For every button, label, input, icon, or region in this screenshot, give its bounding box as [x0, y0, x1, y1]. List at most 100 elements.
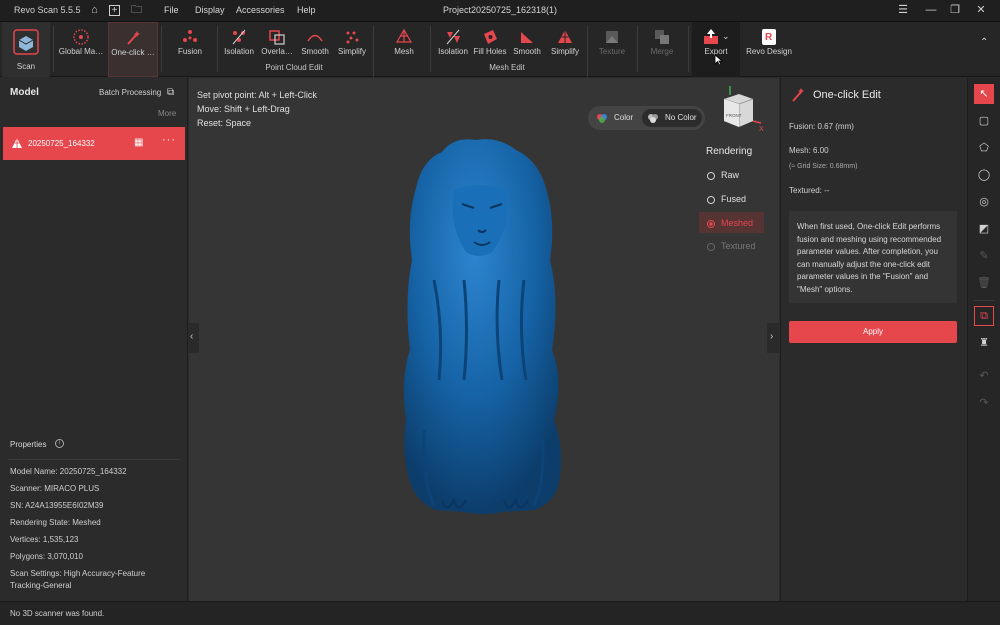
render-option-textured[interactable]: Textured: [699, 236, 764, 256]
batch-processing-icon[interactable]: ⧉: [167, 87, 174, 98]
mesh-isolation-label: Isolation: [438, 47, 468, 56]
polygon-select-icon[interactable]: ⬠: [974, 138, 994, 158]
radio-textured[interactable]: [707, 242, 715, 251]
duplicate-icon[interactable]: ⧉: [974, 306, 994, 326]
model-panel-title: Model: [10, 87, 39, 98]
prop-model-name: Model Name: 20250725_164332: [10, 467, 127, 476]
fusion-label: Fusion: [177, 47, 202, 56]
pc-simplify-label: Simplify: [337, 47, 366, 56]
render-option-fused[interactable]: Fused: [699, 189, 764, 209]
prop-vertices: Vertices: 1,535,123: [10, 535, 79, 544]
svg-text:R: R: [765, 32, 773, 43]
render-option-meshed[interactable]: Meshed: [699, 212, 764, 233]
brush-select-icon[interactable]: ◎: [974, 192, 994, 212]
global-match-label: Global Ma…: [58, 47, 104, 56]
restore-button[interactable]: ❐: [948, 3, 962, 17]
rectangle-select-icon[interactable]: ▢: [974, 111, 994, 131]
pc-isolation-label: Isolation: [224, 47, 254, 56]
hint-reset-value: Space: [225, 118, 252, 128]
prop-scan-settings-cont: Tracking-General: [10, 581, 72, 590]
edit-disabled-icon[interactable]: ✎: [974, 246, 994, 266]
isolation-icon: [232, 29, 246, 45]
batch-processing-link[interactable]: Batch Processing: [99, 88, 161, 97]
viewport-hints: Set pivot point: Alt + Left-Click Move: …: [197, 88, 317, 130]
collapse-right-panel-button[interactable]: ›: [767, 323, 779, 353]
tool-divider: [974, 300, 994, 301]
merge-label: Merge: [650, 47, 674, 56]
film-strip-icon[interactable]: ▦: [134, 137, 143, 148]
merge-button[interactable]: Merge: [642, 22, 682, 77]
more-options-icon[interactable]: ···: [162, 134, 176, 146]
project-title: Project20250725_162318(1): [442, 5, 558, 15]
close-button[interactable]: ✕: [974, 3, 988, 17]
model-list-item[interactable]: 20250725_164332 ▦ ···: [3, 127, 185, 160]
panel-title: One-click Edit: [813, 89, 881, 101]
properties-title: Properties: [10, 440, 47, 449]
overlap-label: Overla…: [261, 47, 293, 56]
delete-icon[interactable]: 🗑: [974, 273, 994, 293]
scan-label: Scan: [16, 62, 36, 71]
no-color-option[interactable]: No Color: [642, 109, 702, 127]
view-cube[interactable]: FRONT X: [717, 83, 767, 133]
smooth-icon: [307, 34, 323, 42]
more-link[interactable]: More: [158, 109, 176, 118]
hint-move-value: Shift + Left-Drag: [224, 104, 290, 114]
render-fused-label: Fused: [721, 194, 747, 204]
one-click-edit-panel: One-click Edit Fusion: 0.67 (mm) Mesh: 6…: [780, 78, 966, 601]
main-toolbar: Scan Global Ma… One-click … Fusion Isola…: [0, 22, 1000, 77]
toolbar-divider: [161, 26, 162, 72]
collapse-toolbar-icon[interactable]: ⌃: [980, 37, 988, 48]
radio-fused[interactable]: [707, 195, 715, 204]
hint-reset-label: Reset:: [197, 118, 224, 128]
info-icon[interactable]: i: [55, 439, 64, 448]
color-option[interactable]: Color: [592, 110, 642, 126]
mesh-value: Mesh: 6.00: [789, 146, 829, 155]
minimize-button[interactable]: —: [924, 3, 938, 17]
radio-raw[interactable]: [707, 171, 715, 180]
mesh-button[interactable]: Mesh: [386, 22, 422, 77]
export-icon: [704, 29, 718, 44]
scan-icon: [13, 29, 39, 55]
toolbar-divider: [637, 26, 638, 72]
mesh-icon: [395, 28, 413, 43]
apply-button[interactable]: Apply: [789, 321, 957, 343]
cursor-pointer-icon: [714, 54, 723, 66]
prop-polygons: Polygons: 3,070,010: [10, 552, 83, 561]
toolbar-divider: [53, 26, 54, 72]
3d-model-lion[interactable]: [394, 130, 574, 520]
one-click-edit-button[interactable]: One-click …: [108, 22, 158, 77]
mesh-label: Mesh: [394, 47, 414, 56]
prop-rendering-state: Rendering State: Meshed: [10, 518, 101, 527]
export-button[interactable]: ⌄ Export: [692, 22, 740, 77]
revo-design-button[interactable]: R Revo Design: [744, 22, 794, 77]
view-cube-x-label: X: [759, 126, 764, 133]
stamp-icon[interactable]: ♜: [974, 333, 994, 353]
undo-icon[interactable]: ↶: [974, 366, 994, 386]
prop-scanner: Scanner: MIRACO PLUS: [10, 484, 100, 493]
chevron-down-icon[interactable]: ⌄: [722, 31, 730, 42]
3d-viewport[interactable]: Set pivot point: Alt + Left-Click Move: …: [189, 78, 779, 601]
render-raw-label: Raw: [721, 170, 740, 180]
collapse-left-panel-button[interactable]: ‹: [189, 323, 199, 353]
invert-selection-icon[interactable]: ◩: [974, 219, 994, 239]
textured-value: Textured: --: [789, 186, 830, 195]
fill-holes-label: Fill Holes: [473, 47, 507, 56]
status-bar: No 3D scanner was found.: [0, 601, 1000, 625]
global-match-button[interactable]: Global Ma…: [56, 22, 106, 77]
properties-divider: [8, 459, 180, 460]
scan-button[interactable]: Scan: [2, 22, 50, 77]
radio-meshed[interactable]: [707, 219, 715, 228]
model-item-name: 20250725_164332: [28, 139, 95, 148]
select-cursor-icon[interactable]: ↖: [974, 84, 994, 104]
mesh-smooth-icon: [521, 32, 533, 43]
lasso-select-icon[interactable]: ◯: [974, 165, 994, 185]
settings-sliders-icon[interactable]: ☰: [896, 3, 910, 17]
render-option-raw[interactable]: Raw: [699, 165, 764, 185]
no-color-icon: [648, 114, 658, 123]
mesh-simplify-icon: [558, 30, 572, 43]
redo-icon[interactable]: ↷: [974, 393, 994, 413]
fusion-button[interactable]: Fusion: [170, 22, 210, 77]
toolbar-divider: [587, 26, 588, 77]
texture-button[interactable]: Texture: [592, 22, 632, 77]
revo-design-label: Revo Design: [746, 47, 792, 56]
